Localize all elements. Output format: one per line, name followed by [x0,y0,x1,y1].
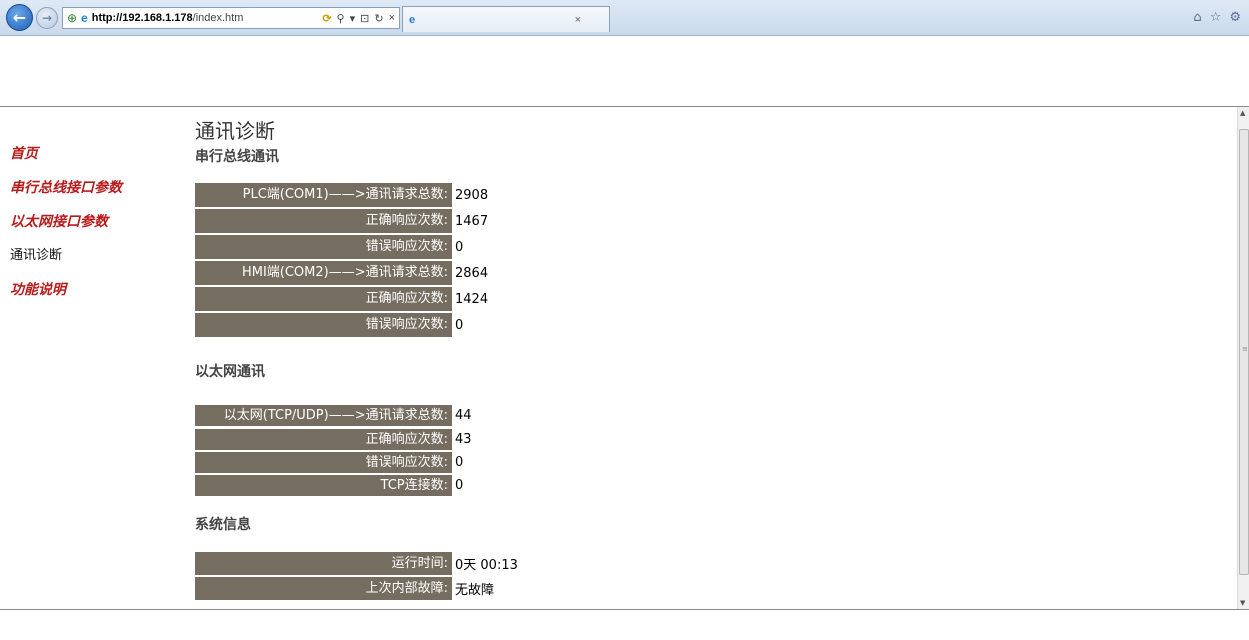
scroll-down-arrow-icon[interactable]: ▼ [1240,599,1245,607]
search-icon[interactable]: ⚲ [337,12,345,25]
ethernet-row-label: 错误响应次数: [195,452,452,473]
back-button[interactable]: ← [6,4,33,31]
sidebar-item-ethernet-params[interactable]: 以太网接口参数 [10,213,180,247]
serial-row: 正确响应次数: 1424 [195,287,488,311]
system-row-value: 0天 00:13 [455,558,518,573]
sidebar-item-serial-params[interactable]: 串行总线接口参数 [10,179,180,213]
ethernet-row: 正确响应次数: 43 [195,429,472,450]
refresh-icon[interactable]: ↻ [374,12,383,25]
serial-row-value: 0 [455,239,464,255]
browser-toolbar: ← → ⊕ e http://192.168.1.178/index.htm ⟳… [0,0,1249,36]
tab-ie-icon: e [409,13,416,26]
favorites-star-icon[interactable]: ☆ [1210,10,1222,25]
ie-page-icon: e [81,11,88,25]
ethernet-row-value: 0 [455,455,464,470]
browser-tab[interactable]: e × [402,6,610,32]
forward-arrow-icon: → [41,11,53,25]
compat-page-icon[interactable]: ⊡ [360,12,369,25]
ethernet-row-label: TCP连接数: [195,475,452,496]
serial-row: 正确响应次数: 1467 [195,209,488,233]
forward-button[interactable]: → [36,7,58,29]
page-title: 通讯诊断 [195,119,275,143]
serial-row-value: 1424 [455,291,489,307]
serial-section-heading: 串行总线通讯 [195,149,279,165]
vertical-scrollbar[interactable]: ▲ ≡ ▼ [1237,107,1249,609]
serial-row-value: 0 [455,317,464,333]
serial-row-value: 2908 [455,187,489,203]
address-bar[interactable]: ⊕ e http://192.168.1.178/index.htm ⟳ ⚲ ▾… [62,7,400,29]
tab-close-icon[interactable]: × [575,14,581,26]
serial-row: HMI端(COM2)——>通讯请求总数: 2864 [195,261,488,285]
ethernet-row-label: 以太网(TCP/UDP)——>通讯请求总数: [195,405,452,426]
back-arrow-icon: ← [12,8,27,27]
serial-row-value: 1467 [455,213,489,229]
dropdown-icon[interactable]: ▾ [350,12,356,25]
serial-row-label: 错误响应次数: [195,235,452,259]
ethernet-section-heading: 以太网通讯 [195,364,265,380]
home-icon[interactable]: ⌂ [1193,10,1201,25]
serial-row-label: 正确响应次数: [195,287,452,311]
ethernet-row-value: 44 [455,408,472,423]
browser-right-icons: ⌂ ☆ ⚙ [1193,10,1241,25]
system-row-label: 运行时间: [195,552,452,575]
system-row: 运行时间: 0天 00:13 [195,552,518,575]
serial-row-label: 正确响应次数: [195,209,452,233]
serial-row: 错误响应次数: 0 [195,235,463,259]
url-text[interactable]: http://192.168.1.178/index.htm [92,12,244,24]
serial-row-label: PLC端(COM1)——>通讯请求总数: [195,183,452,207]
page-header [0,36,1249,106]
scroll-up-arrow-icon[interactable]: ▲ [1240,109,1245,117]
ethernet-row-value: 43 [455,432,472,447]
system-section-heading: 系统信息 [195,517,251,533]
sidebar-item-comm-diagnosis: 通讯诊断 [10,248,63,263]
content-area: 首页 串行总线接口参数 以太网接口参数 通讯诊断 功能说明 通讯诊断 串行总线通… [0,107,1237,609]
system-row-value: 无故障 [455,583,495,598]
serial-row: PLC端(COM1)——>通讯请求总数: 2908 [195,183,488,207]
compatibility-view-icon[interactable]: ⟳ [322,12,331,25]
sidebar-item-home[interactable]: 首页 [10,145,180,179]
stop-icon[interactable]: × [389,12,395,25]
ethernet-row-value: 0 [455,478,464,493]
address-tools: ⟳ ⚲ ▾ ⊡ ↻ × [322,12,395,25]
system-row-label: 上次内部故障: [195,577,452,600]
serial-row: 错误响应次数: 0 [195,313,463,337]
settings-gear-icon[interactable]: ⚙ [1229,10,1241,25]
add-tab-icon[interactable]: ⊕ [67,11,77,25]
scroll-grip-icon: ≡ [1242,345,1248,353]
ethernet-row: 以太网(TCP/UDP)——>通讯请求总数: 44 [195,405,472,426]
sidebar: 首页 串行总线接口参数 以太网接口参数 通讯诊断 功能说明 [10,145,180,315]
ethernet-row: 错误响应次数: 0 [195,452,463,473]
system-row: 上次内部故障: 无故障 [195,577,494,600]
serial-row-label: 错误响应次数: [195,313,452,337]
sidebar-item-function-description[interactable]: 功能说明 [10,281,180,315]
ethernet-row: TCP连接数: 0 [195,475,463,496]
serial-row-value: 2864 [455,265,489,281]
scroll-thumb[interactable]: ≡ [1239,129,1249,575]
serial-row-label: HMI端(COM2)——>通讯请求总数: [195,261,452,285]
page-footer [0,609,1249,640]
ethernet-row-label: 正确响应次数: [195,429,452,450]
